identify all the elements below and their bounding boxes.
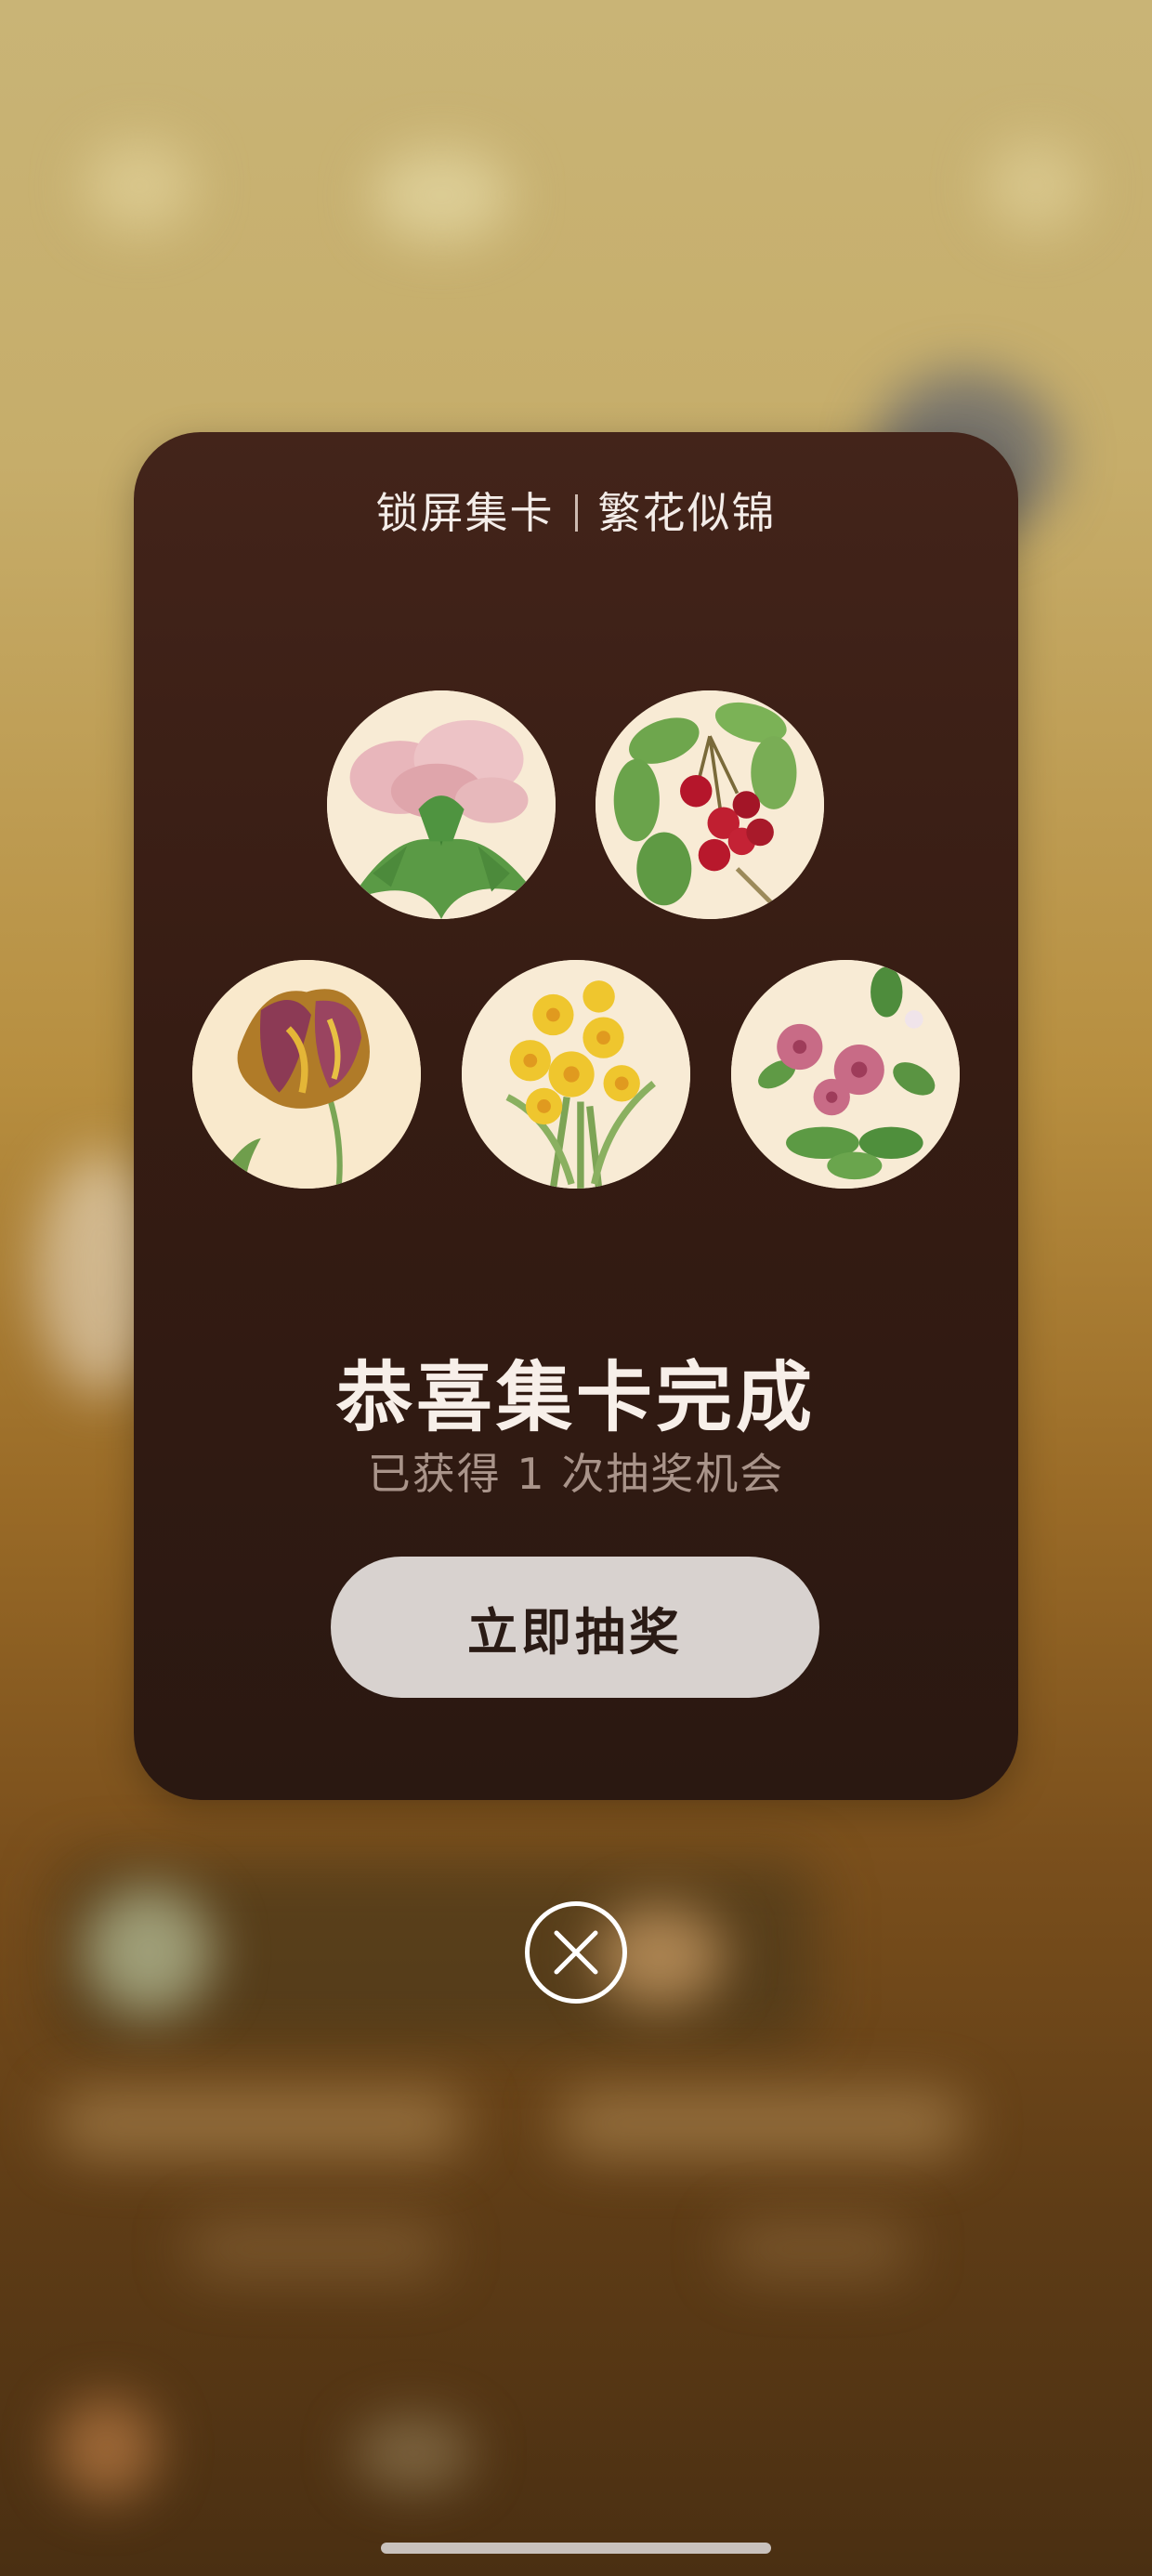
draw-chance-text: 已获得 1 次抽奖机会 xyxy=(367,1449,785,1499)
title-divider xyxy=(574,493,578,532)
bg-blur-shape xyxy=(985,139,1087,232)
bg-blur-row xyxy=(186,2221,446,2277)
periwinkle-card xyxy=(731,960,960,1189)
draw-now-button[interactable]: 立即抽奖 xyxy=(331,1557,819,1698)
bg-blur-shape xyxy=(372,149,511,242)
bg-blur-shape xyxy=(84,139,195,232)
congrats-heading: 恭喜集卡完成 xyxy=(335,1354,816,1442)
title-right: 繁花似锦 xyxy=(597,488,777,538)
bg-blur-row xyxy=(557,2091,966,2156)
close-icon xyxy=(554,1930,598,1975)
bg-blur-row xyxy=(725,2221,910,2277)
tulip-card xyxy=(192,960,421,1189)
narcissus-card xyxy=(462,960,690,1189)
peony-card xyxy=(327,690,556,919)
card-collection-modal: 锁屏集卡 繁花似锦 恭喜集卡完成 已获得 1 次抽奖机会 立即抽奖 xyxy=(134,432,1018,1800)
lock-screen-background: 锁屏集卡 繁花似锦 恭喜集卡完成 已获得 1 次抽奖机会 立即抽奖 xyxy=(0,0,1152,2576)
bg-blur-shape xyxy=(84,1886,214,2017)
close-button[interactable] xyxy=(525,1901,627,2004)
bg-blur-shape xyxy=(353,2416,474,2491)
bg-blur-row xyxy=(56,2091,465,2156)
title-left: 锁屏集卡 xyxy=(375,488,555,538)
cherry-card xyxy=(596,690,824,919)
home-indicator[interactable] xyxy=(381,2543,771,2554)
bg-blur-shape xyxy=(56,2398,158,2500)
modal-title: 锁屏集卡 繁花似锦 xyxy=(134,492,1018,535)
